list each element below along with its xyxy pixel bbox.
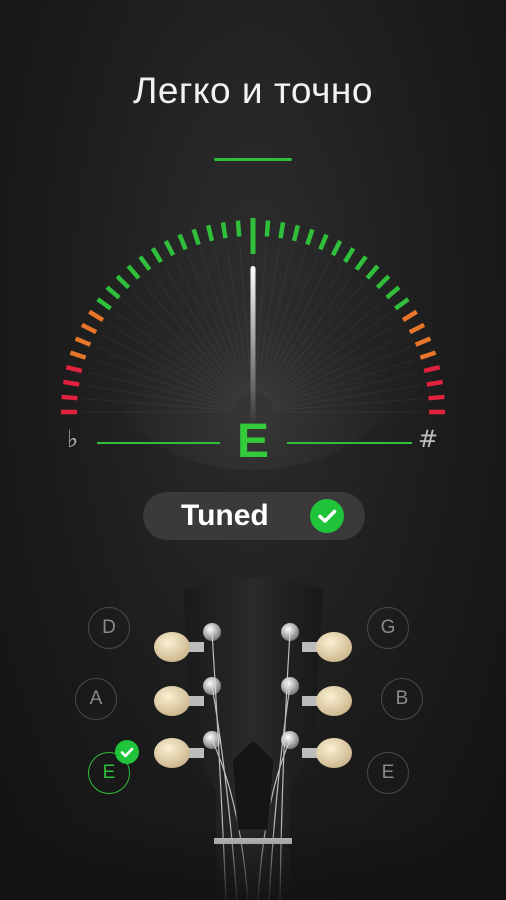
tuned-status-badge: Tuned bbox=[143, 492, 365, 540]
gauge-tick bbox=[394, 297, 410, 311]
detected-note: E bbox=[236, 415, 269, 468]
guitar-headstock bbox=[0, 577, 506, 900]
gauge-tick bbox=[401, 309, 418, 322]
gauge-tick bbox=[343, 247, 356, 264]
gauge-tick bbox=[163, 239, 176, 257]
gauge-tick bbox=[264, 220, 271, 237]
gauge-tick bbox=[414, 336, 432, 347]
tuner-needle bbox=[250, 266, 256, 426]
gauge-tick bbox=[385, 285, 401, 300]
gauge-tick bbox=[330, 239, 343, 257]
string-button-left-d[interactable]: D bbox=[88, 607, 130, 649]
gauge-tick bbox=[150, 247, 163, 264]
string-button-left-a[interactable]: A bbox=[75, 678, 117, 720]
gauge-tick bbox=[126, 264, 141, 280]
string-button-right-b[interactable]: B bbox=[381, 678, 423, 720]
gauge-tick bbox=[74, 336, 92, 347]
gauge-tick bbox=[305, 228, 315, 246]
gauge-tick bbox=[65, 364, 83, 374]
tuned-status-label: Tuned bbox=[181, 499, 269, 532]
gauge-tick bbox=[354, 255, 368, 271]
string-button-right-g[interactable]: G bbox=[367, 607, 409, 649]
gauge-tick bbox=[177, 233, 188, 251]
gauge-tick bbox=[428, 394, 445, 401]
gauge-tick bbox=[80, 322, 98, 335]
check-icon bbox=[115, 740, 139, 764]
gauge-tick bbox=[278, 222, 286, 239]
gauge-tick bbox=[423, 364, 441, 374]
gauge-tick bbox=[235, 220, 242, 237]
gauge-tick bbox=[105, 285, 121, 300]
gauge-tick bbox=[318, 233, 329, 251]
gauge-tick bbox=[419, 350, 437, 360]
string-button-right-e[interactable]: E bbox=[367, 752, 409, 794]
sharp-symbol: # bbox=[418, 425, 439, 453]
gauge-tick bbox=[365, 264, 380, 280]
tuner-gauge bbox=[61, 218, 445, 470]
gauge-tick bbox=[220, 222, 228, 239]
gauge-tick bbox=[63, 379, 80, 387]
note-line-left bbox=[97, 442, 220, 444]
gauge-tick bbox=[69, 350, 87, 360]
gauge-tick bbox=[88, 309, 105, 322]
gauge-tick bbox=[96, 297, 112, 311]
flat-symbol: ♭ bbox=[67, 425, 79, 453]
check-circle-icon bbox=[310, 499, 344, 533]
gauge-tick bbox=[138, 255, 152, 271]
gauge-tick bbox=[61, 394, 78, 401]
gauge-tick bbox=[291, 224, 301, 242]
note-line-right bbox=[287, 442, 412, 444]
gauge-tick bbox=[205, 224, 215, 242]
gauge-tick bbox=[375, 274, 391, 290]
gauge-tick bbox=[426, 379, 443, 387]
gauge-tick bbox=[115, 274, 131, 290]
gauge-tick bbox=[408, 322, 426, 335]
gauge-tick bbox=[191, 228, 201, 246]
